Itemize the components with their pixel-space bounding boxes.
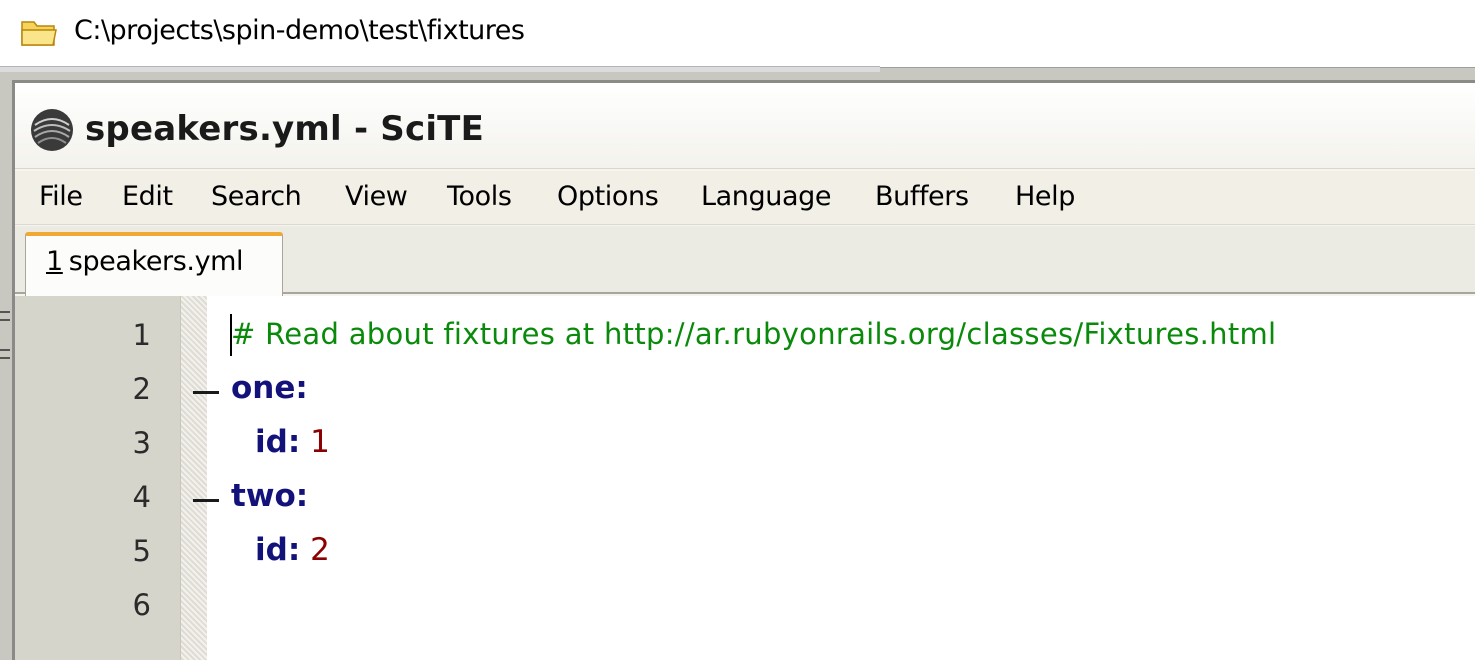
code-line: one:	[231, 370, 308, 406]
scite-window: speakers.yml - SciTE File Edit Search Vi…	[12, 80, 1475, 660]
fold-margin[interactable]	[181, 296, 207, 660]
menu-bar: File Edit Search View Tools Options Lang…	[15, 171, 1475, 225]
line-number-gutter: 1 2 3 4 5 6	[15, 296, 181, 660]
code-line: # Read about fixtures at http://ar.rubyo…	[231, 316, 1276, 352]
menu-help[interactable]: Help	[1015, 181, 1075, 212]
code-editor[interactable]: 1 2 3 4 5 6 # Read about fixtures at htt…	[15, 296, 1475, 660]
yaml-key: id:	[255, 532, 301, 568]
menu-view[interactable]: View	[345, 181, 408, 212]
line-number: 6	[132, 588, 151, 622]
yaml-key: two:	[231, 478, 309, 514]
menu-file[interactable]: File	[39, 181, 83, 212]
title-bar[interactable]: speakers.yml - SciTE	[15, 83, 1475, 169]
address-path[interactable]: C:\projects\spin-demo\test\fixtures	[74, 15, 525, 46]
tab-number: 1	[46, 246, 63, 277]
yaml-key: id:	[255, 424, 301, 460]
menu-edit[interactable]: Edit	[122, 181, 173, 212]
tab-label: 1 speakers.yml	[46, 246, 244, 277]
menu-tools[interactable]: Tools	[447, 181, 512, 212]
yaml-comment: # Read about fixtures at http://ar.rubyo…	[231, 317, 1277, 351]
scite-app-icon	[31, 109, 73, 151]
line-number: 3	[132, 426, 151, 460]
line-number: 2	[132, 372, 151, 406]
menu-options[interactable]: Options	[557, 181, 659, 212]
code-line: id: 2	[255, 532, 330, 568]
folder-icon	[21, 21, 57, 46]
address-bar[interactable]: C:\projects\spin-demo\test\fixtures	[0, 0, 1475, 68]
code-line: two:	[231, 478, 308, 514]
line-number: 1	[132, 318, 151, 352]
left-edge-ticks	[0, 311, 10, 359]
address-bar-divider	[0, 66, 880, 72]
code-line: id: 1	[255, 424, 330, 460]
line-number: 5	[132, 534, 151, 568]
fold-collapse-icon[interactable]	[193, 391, 219, 394]
yaml-value: 1	[310, 424, 330, 460]
line-number: 4	[132, 480, 151, 514]
yaml-value: 2	[310, 532, 330, 568]
tab-strip: 1 speakers.yml	[15, 226, 1475, 296]
window-title: speakers.yml - SciTE	[85, 109, 485, 149]
menu-language[interactable]: Language	[701, 181, 831, 212]
fold-collapse-icon[interactable]	[193, 499, 219, 502]
tab-filename: speakers.yml	[68, 246, 244, 277]
menu-buffers[interactable]: Buffers	[875, 181, 969, 212]
tab-speakers-yml[interactable]: 1 speakers.yml	[25, 232, 283, 296]
yaml-key: one:	[231, 370, 308, 406]
menu-search[interactable]: Search	[211, 181, 302, 212]
